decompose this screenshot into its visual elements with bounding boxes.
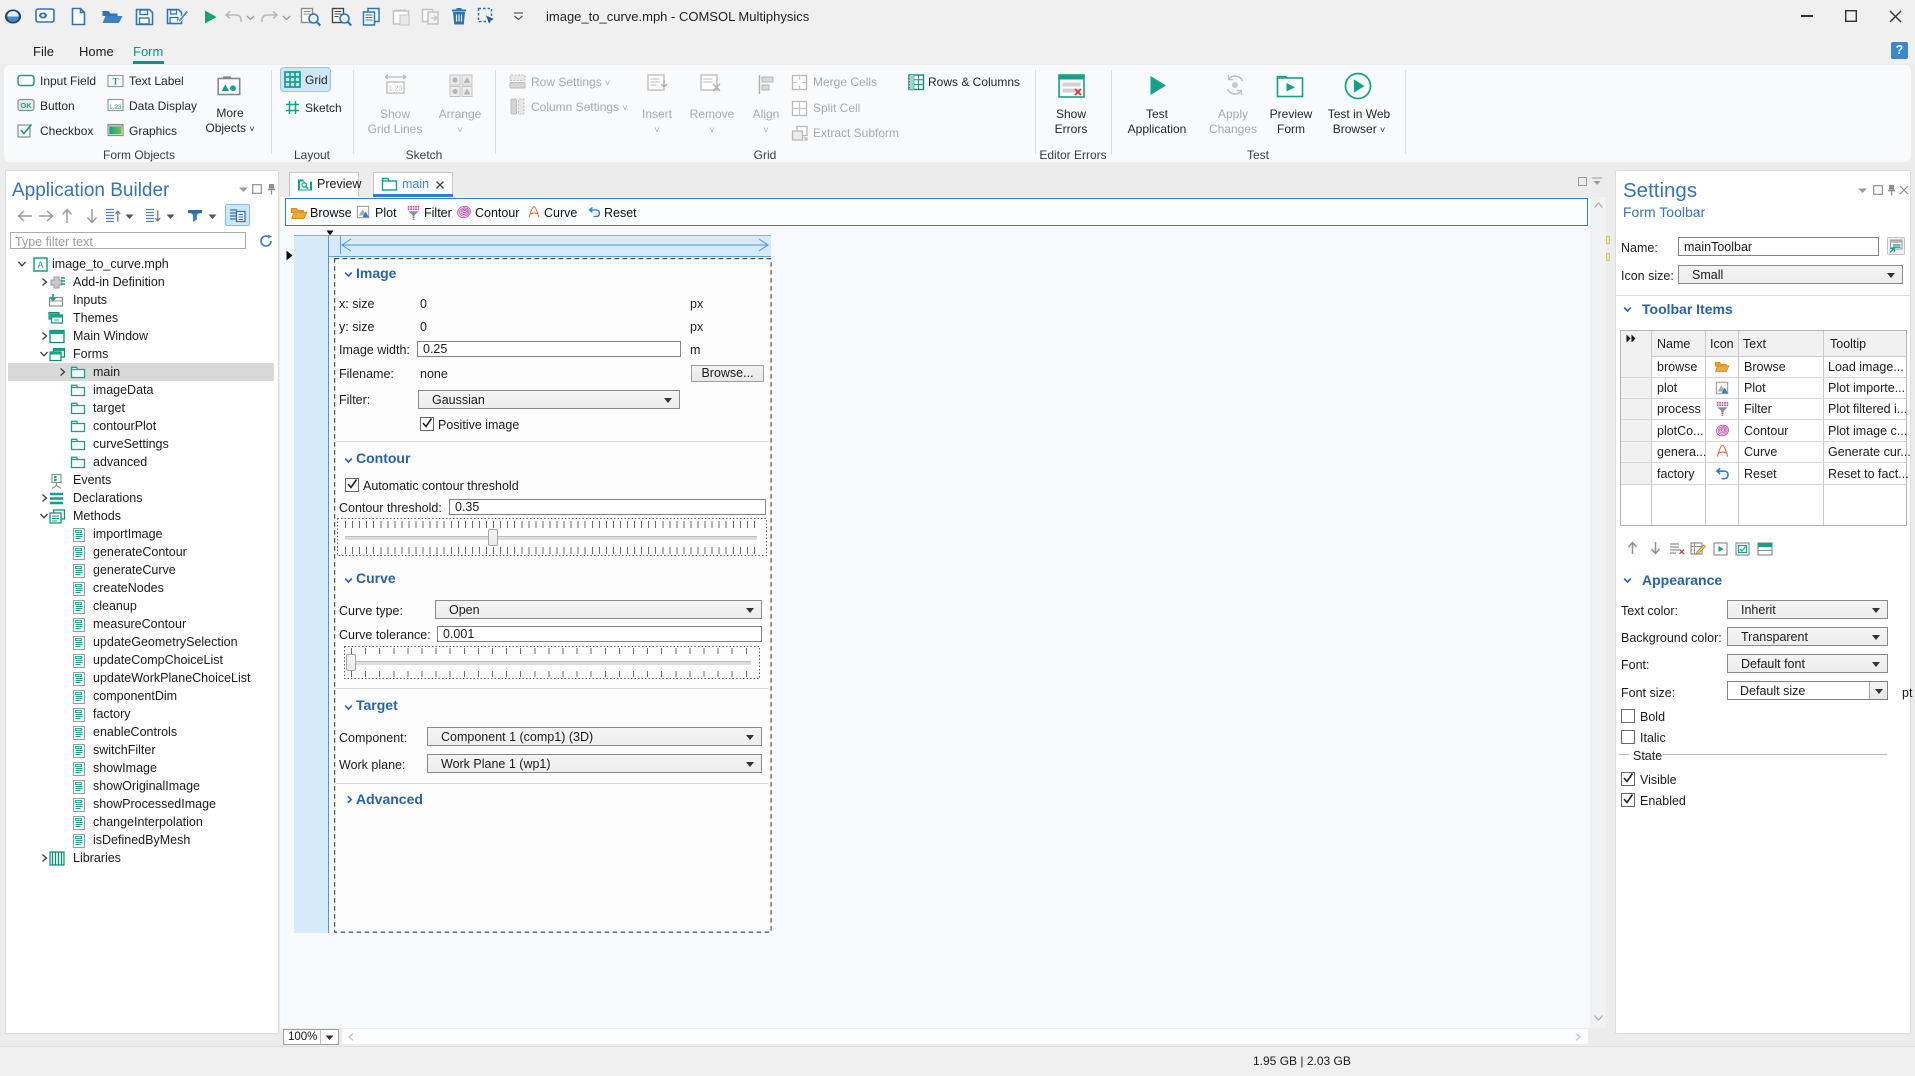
svg-text:1.23: 1.23	[389, 86, 403, 93]
svg-text:1.23: 1.23	[109, 104, 122, 111]
svg-text:A: A	[37, 260, 43, 270]
svg-text:OK: OK	[20, 101, 32, 110]
svg-text:T: T	[112, 77, 118, 87]
